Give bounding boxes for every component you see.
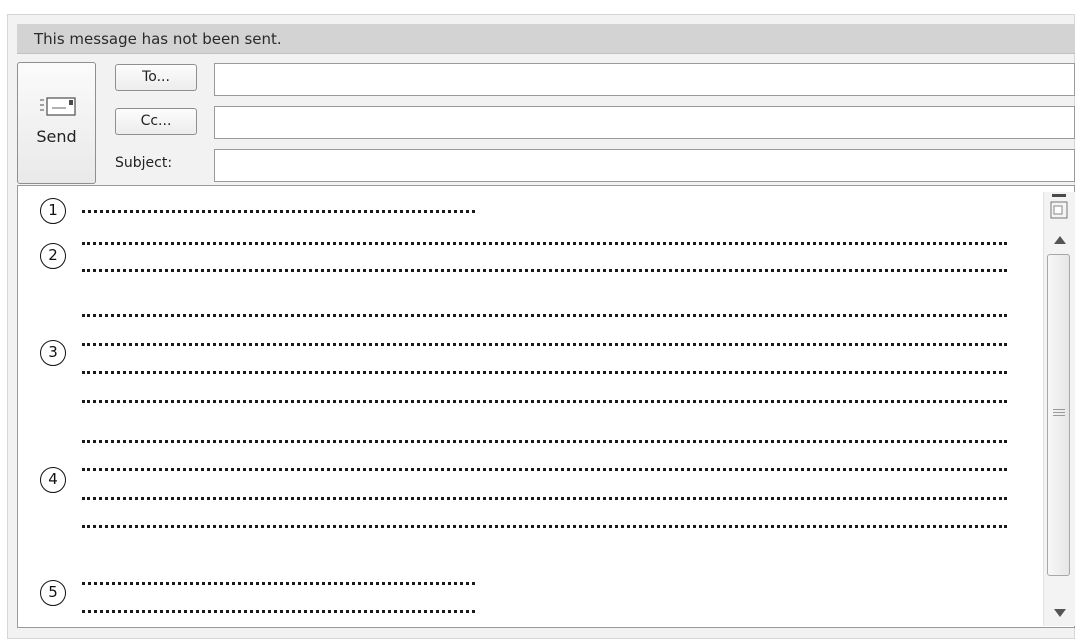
subject-field[interactable]: [214, 149, 1075, 182]
dotted-line: [82, 269, 1007, 272]
scroll-down-icon[interactable]: [1052, 607, 1068, 619]
split-view-icon[interactable]: [1050, 194, 1068, 220]
dotted-line: [82, 314, 1007, 317]
dotted-line: [82, 242, 1007, 245]
cc-button-label: Cc...: [140, 113, 172, 129]
scroll-grip-icon: [1053, 412, 1065, 413]
to-field[interactable]: [214, 63, 1075, 96]
scroll-up-icon[interactable]: [1052, 234, 1068, 246]
dotted-line: [82, 497, 1007, 500]
envelope-send-icon: [40, 97, 76, 116]
dotted-line: [82, 440, 1007, 443]
dotted-line: [82, 610, 475, 613]
scroll-grip-icon: [1053, 415, 1065, 416]
dotted-line: [82, 371, 1007, 374]
cc-field[interactable]: [214, 106, 1075, 139]
scroll-grip-icon: [1053, 409, 1065, 410]
dotted-line: [82, 582, 475, 585]
dotted-line: [82, 400, 1007, 403]
dotted-line: [82, 210, 475, 213]
marker-1: 1: [40, 198, 66, 224]
send-label: Send: [36, 127, 77, 146]
to-button-label: To...: [142, 69, 170, 85]
message-body[interactable]: [17, 185, 1075, 628]
info-bar: This message has not been sent.: [17, 24, 1075, 54]
dotted-line: [82, 525, 1007, 528]
subject-label: Subject:: [115, 155, 173, 171]
marker-2: 2: [40, 243, 66, 269]
marker-4: 4: [40, 467, 66, 493]
marker-3: 3: [40, 340, 66, 366]
send-button[interactable]: Send: [17, 62, 96, 184]
dotted-line: [82, 343, 1007, 346]
info-bar-text: This message has not been sent.: [34, 30, 282, 48]
cc-button[interactable]: Cc...: [115, 108, 197, 135]
dotted-line: [82, 468, 1007, 471]
marker-5: 5: [40, 580, 66, 606]
to-button[interactable]: To...: [115, 64, 197, 91]
